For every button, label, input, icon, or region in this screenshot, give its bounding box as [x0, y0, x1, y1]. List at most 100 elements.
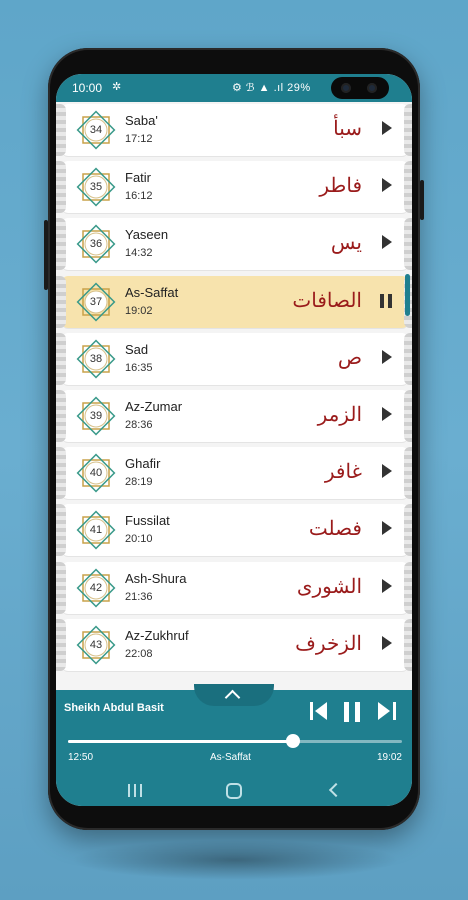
surah-number-badge: 35 — [76, 167, 116, 207]
row-ornament — [404, 218, 412, 271]
seek-bar[interactable] — [68, 734, 402, 748]
surah-arabic-name: غافر — [324, 459, 362, 484]
surah-name: Saba' — [125, 113, 158, 128]
surah-row[interactable]: 34 Saba' 17:12 سبأ — [56, 104, 412, 157]
audio-player: Sheikh Abdul Basit 12:50 As-Saffat 19:02 — [56, 684, 412, 776]
surah-number-badge: 39 — [76, 396, 116, 436]
row-ornament — [56, 561, 66, 614]
seek-progress — [68, 740, 293, 743]
surah-arabic-name: سبأ — [333, 116, 362, 140]
surah-row[interactable]: 43 Az-Zukhruf 22:08 الزخرف — [56, 618, 412, 672]
play-icon[interactable] — [382, 178, 392, 193]
recent-apps-icon[interactable] — [128, 784, 142, 797]
play-icon[interactable] — [382, 578, 392, 593]
total-time: 19:02 — [376, 752, 402, 763]
surah-name: Ash-Shura — [125, 570, 187, 586]
play-icon[interactable] — [382, 235, 392, 250]
status-icons: ⚙ ℬ ▲ .ıl 29% — [232, 82, 311, 94]
surah-duration: 14:32 — [125, 247, 153, 260]
phone-side-button — [420, 180, 424, 220]
surah-name: As-Saffat — [125, 284, 179, 300]
surah-duration: 19:02 — [125, 304, 153, 317]
row-ornament — [404, 161, 412, 214]
row-ornament — [56, 218, 66, 271]
surah-duration: 17:12 — [125, 133, 153, 145]
surah-number-badge: 34 — [76, 110, 116, 150]
surah-number: 41 — [89, 524, 103, 537]
surah-name: Yaseen — [125, 227, 169, 243]
row-ornament — [56, 390, 66, 442]
surah-arabic-name: الصافات — [292, 287, 362, 312]
surah-number: 43 — [89, 638, 103, 651]
play-icon[interactable] — [382, 349, 392, 364]
play-icon[interactable] — [382, 635, 392, 650]
status-bar: 10:00 ✲ ⚙ ℬ ▲ .ıl 29% — [56, 74, 412, 102]
surah-number: 37 — [89, 295, 103, 308]
surah-number: 40 — [89, 467, 103, 480]
surah-row[interactable]: 35 Fatir 16:12 فاطر — [56, 161, 412, 215]
row-ornament — [56, 161, 66, 214]
surah-number: 38 — [89, 352, 103, 365]
row-ornament — [404, 447, 412, 500]
phone-side-button — [44, 220, 48, 290]
surah-row[interactable]: 39 Az-Zumar 28:36 الزمر — [56, 390, 412, 443]
surah-duration: 16:12 — [125, 190, 153, 203]
surah-number-badge: 43 — [76, 625, 116, 665]
surah-row[interactable]: 37 As-Saffat 19:02 الصافات — [56, 275, 412, 329]
surah-number-badge: 38 — [76, 339, 116, 379]
surah-name: Az-Zumar — [125, 399, 183, 414]
play-icon[interactable] — [382, 407, 392, 421]
row-ornament — [404, 332, 412, 385]
surah-duration: 22:08 — [125, 647, 153, 660]
system-nav-bar — [56, 776, 412, 806]
surah-number: 36 — [89, 238, 103, 251]
phone-shadow — [70, 840, 400, 880]
surah-name: Sad — [125, 341, 149, 357]
surah-arabic-name: فاطر — [319, 173, 362, 198]
seek-handle[interactable] — [285, 734, 300, 748]
row-ornament — [404, 504, 412, 557]
surah-arabic-name: الزخرف — [295, 630, 362, 655]
play-icon[interactable] — [382, 121, 392, 135]
surah-row[interactable]: 38 Sad 16:35 ص — [56, 332, 412, 386]
surah-name: Az-Zukhruf — [125, 627, 189, 643]
next-button[interactable] — [378, 702, 396, 720]
surah-number: 34 — [89, 124, 103, 136]
back-icon[interactable] — [328, 782, 344, 798]
row-ornament — [56, 275, 66, 328]
play-icon[interactable] — [382, 464, 392, 479]
surah-row[interactable]: 40 Ghafir 28:19 غافر — [56, 447, 412, 501]
row-ornament — [404, 390, 412, 442]
previous-button[interactable] — [310, 702, 328, 720]
surah-arabic-name: الشورى — [296, 573, 362, 598]
now-playing-title: As-Saffat — [210, 752, 251, 763]
list-scrollbar[interactable] — [405, 274, 410, 316]
surah-duration: 21:36 — [125, 590, 153, 603]
surah-duration: 20:10 — [125, 533, 153, 546]
front-camera — [331, 77, 389, 99]
play-icon[interactable] — [382, 521, 392, 536]
surah-name: Ghafir — [125, 456, 161, 472]
surah-number: 35 — [89, 181, 103, 194]
notification-icon: ✲ — [112, 81, 122, 93]
surah-number: 39 — [89, 410, 103, 422]
surah-name: Fatir — [125, 170, 151, 186]
home-icon[interactable] — [226, 783, 242, 799]
row-ornament — [404, 104, 412, 156]
surah-duration: 28:19 — [125, 476, 153, 489]
surah-number-badge: 37 — [76, 282, 116, 322]
surah-row[interactable]: 42 Ash-Shura 21:36 الشورى — [56, 561, 412, 615]
pause-button[interactable] — [344, 702, 362, 722]
row-ornament — [56, 447, 66, 500]
surah-row[interactable]: 41 Fussilat 20:10 فصلت — [56, 504, 412, 558]
surah-arabic-name: ص — [337, 344, 362, 369]
row-ornament — [404, 561, 412, 614]
surah-number-badge: 41 — [76, 510, 116, 550]
surah-row[interactable]: 36 Yaseen 14:32 يس — [56, 218, 412, 272]
surah-number-badge: 40 — [76, 453, 116, 493]
surah-number-badge: 42 — [76, 568, 116, 608]
pause-icon[interactable] — [380, 293, 392, 308]
current-time: 12:50 — [68, 752, 94, 763]
status-time: 10:00 — [72, 81, 103, 95]
reciter-name: Sheikh Abdul Basit — [64, 702, 164, 714]
